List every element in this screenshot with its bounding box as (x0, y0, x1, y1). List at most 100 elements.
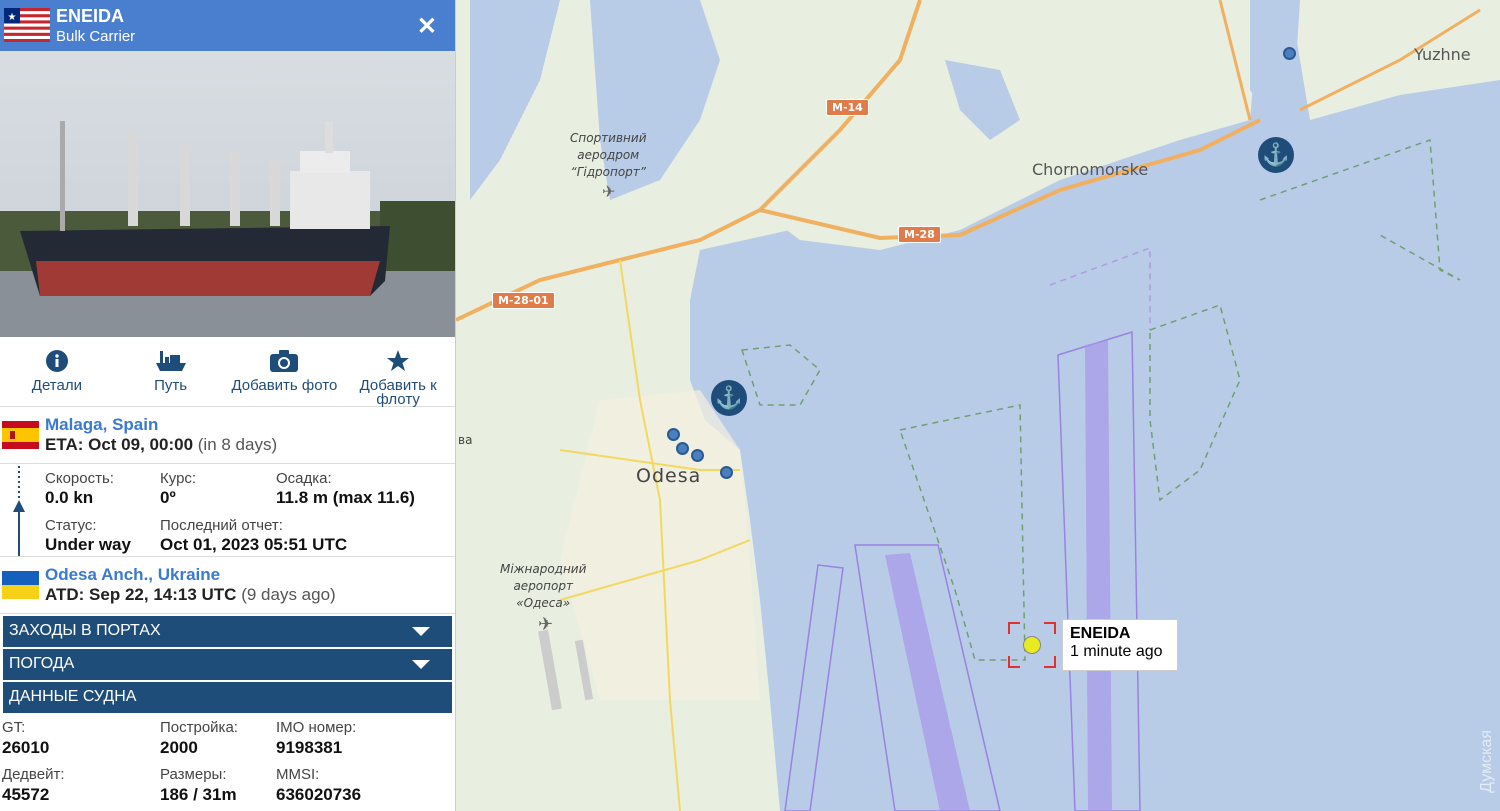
vessel-dot (1023, 636, 1041, 654)
eta-value: ETA: Oct 09, 00:00 (45, 435, 194, 454)
destination-row: Malaga, Spain ETA: Oct 09, 00:00 (in 8 d… (0, 407, 455, 463)
star-icon (341, 349, 455, 373)
vessel-marker[interactable] (667, 428, 680, 441)
close-icon[interactable]: ✕ (417, 12, 437, 41)
route-button[interactable]: Путь (114, 337, 228, 406)
watermark: Думская (1478, 730, 1495, 793)
mmsi-label: MMSI: (276, 766, 320, 783)
panel-header: ★ ENEIDA Bulk Carrier ✕ (0, 0, 455, 51)
speed-label: Скорость: (45, 470, 114, 487)
svg-text:★: ★ (8, 12, 17, 23)
details-label: Детали (31, 377, 82, 394)
last-report-stat: Последний отчет: Oct 01, 2023 05:51 UTC (160, 517, 347, 555)
vessel-marker[interactable] (676, 442, 689, 455)
liberia-flag-icon: ★ (4, 8, 50, 42)
info-icon (0, 349, 114, 373)
camera-icon (228, 349, 342, 373)
imo-value: 9198381 (276, 738, 343, 757)
voyage-info: Malaga, Spain ETA: Oct 09, 00:00 (in 8 d… (0, 407, 455, 614)
size-value: 186 / 31m (160, 785, 237, 804)
last-report-value: Oct 01, 2023 05:51 UTC (160, 535, 348, 554)
eta: ETA: Oct 09, 00:00 (in 8 days) (45, 435, 277, 455)
add-photo-button[interactable]: Добавить фото (228, 337, 342, 406)
vessel-photo[interactable] (0, 51, 455, 337)
target-corner (1008, 656, 1020, 668)
route-label: Путь (154, 377, 188, 394)
ukraine-flag-icon (2, 571, 39, 599)
vessel-name: ENEIDA (56, 6, 125, 26)
mmsi-field: MMSI: 636020736 (276, 766, 361, 805)
course-label: Курс: (160, 470, 197, 487)
vessel-marker[interactable] (720, 466, 733, 479)
built-label: Постройка: (160, 719, 238, 736)
atd-relative: (9 days ago) (241, 585, 336, 604)
road-shield-m2801: M-28-01 (492, 292, 555, 309)
weather-label: ПОГОДА (9, 655, 75, 672)
anchorage-icon[interactable]: ⚓ (1258, 137, 1294, 173)
gt-label: GT: (2, 719, 26, 736)
status-value: Under way (45, 535, 131, 554)
map-label-odesa: Odesa (636, 465, 702, 487)
airport-icon: ✈ (538, 614, 554, 634)
spain-flag-icon (2, 421, 39, 449)
draught-label: Осадка: (276, 470, 332, 487)
road-shield-m14: M-14 (826, 99, 869, 116)
mmsi-value: 636020736 (276, 785, 362, 804)
atd-value: ATD: Sep 22, 14:13 UTC (45, 585, 237, 604)
vessel-type: Bulk Carrier (56, 28, 136, 45)
map-label-chornomorske: Chornomorske (1032, 160, 1149, 179)
map-label-yuzhne: Yuzhne (1414, 45, 1471, 64)
port-calls-section[interactable]: ЗАХОДЫ В ПОРТАХ (3, 616, 452, 647)
status-stat: Статус: Under way (45, 517, 131, 555)
dwt-field: Дедвейт: 45572 (2, 766, 64, 805)
vessel-marker[interactable] (691, 449, 704, 462)
selected-vessel-marker[interactable] (1008, 622, 1056, 668)
action-bar: Детали Путь Добавить фото Добавить к фло… (0, 337, 455, 407)
origin-port-link[interactable]: Odesa Anch., Ukraine (45, 565, 220, 585)
target-corner (1008, 622, 1020, 634)
destination-port-link[interactable]: Malaga, Spain (45, 415, 158, 435)
details-button[interactable]: Детали (0, 337, 114, 406)
port-calls-label: ЗАХОДЫ В ПОРТАХ (9, 622, 161, 639)
speed-stat: Скорость: 0.0 kn (45, 470, 114, 508)
speed-value: 0.0 kn (45, 488, 94, 507)
built-field: Постройка: 2000 (160, 719, 238, 758)
imo-field: IMO номер: 9198381 (276, 719, 356, 758)
vessel-data-section[interactable]: ДАННЫЕ СУДНА (3, 682, 452, 713)
map-label-partial: ва (458, 433, 473, 447)
target-corner (1044, 622, 1056, 634)
voyage-stats: Скорость: 0.0 kn Курс: 0º Осадка: 11.8 m… (0, 463, 455, 557)
weather-section[interactable]: ПОГОДА (3, 649, 452, 680)
built-value: 2000 (160, 738, 198, 757)
anchorage-icon[interactable]: ⚓ (711, 380, 747, 416)
vessel-panel: ★ ENEIDA Bulk Carrier ✕ Детали Путь Доба… (0, 0, 456, 811)
size-label: Размеры: (160, 766, 227, 783)
ship-route-icon (114, 349, 228, 373)
add-photo-label: Добавить фото (231, 377, 338, 394)
map-label-sport-airfield: Спортивний аеродром “Гідропорт” (570, 131, 647, 179)
draught-value: 11.8 m (max 11.6) (276, 488, 415, 507)
airfield-icon: ✈ (602, 184, 616, 201)
course-value: 0º (160, 488, 176, 507)
gt-field: GT: 26010 (2, 719, 49, 758)
draught-stat: Осадка: 11.8 m (max 11.6) (276, 470, 415, 508)
vessel-marker[interactable] (1283, 47, 1296, 60)
vessel-map-popup[interactable]: ENEIDA 1 minute ago (1062, 619, 1178, 671)
vessel-data-label: ДАННЫЕ СУДНА (9, 688, 137, 705)
popup-vessel-time: 1 minute ago (1070, 643, 1163, 660)
chevron-down-icon (412, 627, 430, 636)
gt-value: 26010 (2, 738, 50, 757)
popup-vessel-name: ENEIDA (1070, 625, 1131, 642)
road-shield-m28: M-28 (898, 226, 941, 243)
imo-label: IMO номер: (276, 719, 357, 736)
origin-row: Odesa Anch., Ukraine ATD: Sep 22, 14:13 … (0, 557, 455, 613)
atd: ATD: Sep 22, 14:13 UTC (9 days ago) (45, 585, 336, 605)
map-label-intl-airport: Міжнародний аеропорт «Одеса» (500, 562, 587, 610)
add-to-fleet-button[interactable]: Добавить к флоту (341, 337, 455, 407)
chevron-down-icon (412, 660, 430, 669)
status-label: Статус: (45, 517, 97, 534)
dwt-value: 45572 (2, 785, 50, 804)
dwt-label: Дедвейт: (2, 766, 65, 783)
target-corner (1044, 656, 1056, 668)
course-stat: Курс: 0º (160, 470, 196, 508)
